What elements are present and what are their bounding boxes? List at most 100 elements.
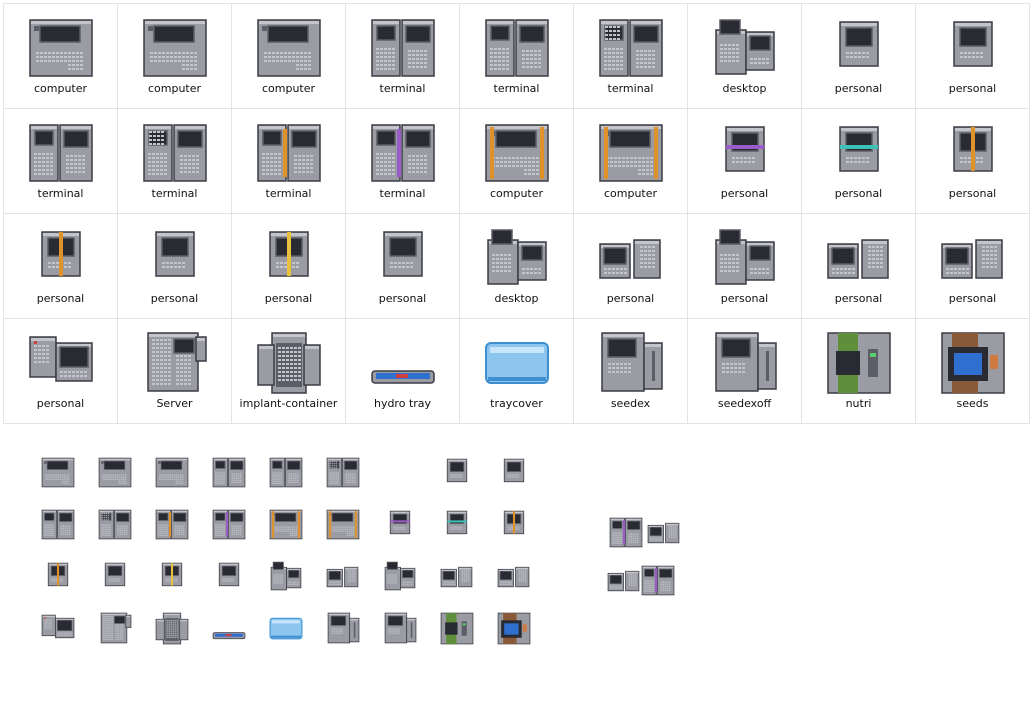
console-icon (254, 14, 324, 80)
desktop-small-thumbnail-icon (325, 558, 361, 594)
server-thumbnail-icon (97, 610, 133, 646)
sprite-label: personal (720, 292, 769, 305)
sprite-label: terminal (265, 187, 312, 200)
sprite-cell[interactable]: personal (916, 4, 1030, 109)
personal-purple-thumbnail-icon (382, 506, 418, 542)
personal-thumbnail-icon (211, 558, 247, 594)
sprite-cell[interactable]: computer (232, 4, 346, 109)
sprite-cell[interactable]: computer (574, 109, 688, 214)
personal-thumbnail-icon (439, 454, 475, 490)
sprite-cell[interactable]: terminal (4, 109, 118, 214)
sprite-cell[interactable]: personal (4, 319, 118, 424)
sprite-cell[interactable]: terminal (574, 4, 688, 109)
sprite-label: personal (36, 397, 85, 410)
sprite-cell[interactable]: seeds (916, 319, 1030, 424)
sprite-cell[interactable]: personal (346, 214, 460, 319)
sprite-cell[interactable]: desktop (688, 4, 802, 109)
sprite-cell[interactable]: terminal (118, 109, 232, 214)
personal-icon (824, 14, 894, 80)
sprite-label: computer (33, 82, 88, 95)
sprite-cell[interactable]: personal (688, 109, 802, 214)
console-orange-thumbnail-icon (268, 506, 304, 542)
sprite-cell[interactable]: personal (118, 214, 232, 319)
terminal-purple-icon (368, 119, 438, 185)
desktop-icon (710, 14, 780, 80)
sprite-cell[interactable]: implant-container (232, 319, 346, 424)
sprite-label: hydro tray (373, 397, 432, 410)
sprite-cell[interactable]: Server (118, 319, 232, 424)
tray-icon (368, 329, 438, 395)
nutri-icon (824, 329, 894, 395)
sprite-label: seeds (956, 397, 989, 410)
terminal-purple-thumbnail-icon (211, 506, 247, 542)
sprite-label: desktop (494, 292, 539, 305)
sprite-cell[interactable]: computer (118, 4, 232, 109)
personal-yellow-icon (254, 224, 324, 290)
sprite-label: terminal (607, 82, 654, 95)
personal-orange-icon (938, 119, 1008, 185)
sprite-label: personal (948, 292, 997, 305)
personal-thumbnail-icon (97, 558, 133, 594)
sprite-label: personal (264, 292, 313, 305)
sprite-label: personal (720, 187, 769, 200)
sprite-label: traycover (490, 397, 543, 410)
sprite-cell[interactable]: personal (4, 214, 118, 319)
personal-orange-thumbnail-icon (496, 506, 532, 542)
sprite-cell[interactable]: personal (802, 214, 916, 319)
sprite-cell[interactable]: personal (802, 109, 916, 214)
sprite-cell[interactable]: terminal (346, 4, 460, 109)
terminal-thumbnail-icon (211, 454, 247, 490)
sprite-label: personal (606, 292, 655, 305)
implant-thumbnail-icon (154, 610, 190, 646)
sprite-cell[interactable]: hydro tray (346, 319, 460, 424)
terminal-orange-thumbnail-icon (154, 506, 190, 542)
sprite-label: seedex (610, 397, 651, 410)
sprite-cell[interactable]: personal (802, 4, 916, 109)
seedex-icon (710, 329, 780, 395)
terminal-alt-icon (596, 14, 666, 80)
desktop-small-thumbnail-icon (496, 558, 532, 594)
sprite-cell[interactable]: seedex (574, 319, 688, 424)
sprite-label: computer (261, 82, 316, 95)
terminal-purple-thumbnail-icon (640, 562, 676, 598)
sprite-cell[interactable]: computer (460, 109, 574, 214)
console-orange-icon (482, 119, 552, 185)
sprite-cell[interactable]: computer (4, 4, 118, 109)
traycover-icon (482, 329, 552, 395)
sprite-label: computer (489, 187, 544, 200)
sprite-label: desktop (722, 82, 767, 95)
sprite-cell[interactable]: personal (574, 214, 688, 319)
desktop-small-icon (824, 224, 894, 290)
sprite-cell[interactable]: personal (916, 109, 1030, 214)
desktop-thumbnail-icon (382, 558, 418, 594)
sprite-cell[interactable]: personal (232, 214, 346, 319)
personal-yellow-thumbnail-icon (154, 558, 190, 594)
sprite-label: terminal (379, 82, 426, 95)
sprite-cell[interactable]: terminal (346, 109, 460, 214)
sprite-label: Server (156, 397, 193, 410)
sprite-cell[interactable]: terminal (232, 109, 346, 214)
terminal-thumbnail-icon (268, 454, 304, 490)
sprite-cell[interactable]: traycover (460, 319, 574, 424)
sprite-cell[interactable]: seedexoff (688, 319, 802, 424)
sprite-label: implant-container (239, 397, 338, 410)
sprite-label: personal (834, 187, 883, 200)
seeds-icon (938, 329, 1008, 395)
sprite-cell[interactable]: nutri (802, 319, 916, 424)
desktop-small-thumbnail-icon (439, 558, 475, 594)
terminal-alt-icon (140, 119, 210, 185)
sprite-cell[interactable]: desktop (460, 214, 574, 319)
console-thumbnail-icon (97, 454, 133, 490)
sprite-grid: computer computer computer terminal terminal… (3, 3, 1030, 424)
sprite-label: terminal (151, 187, 198, 200)
sprite-label: personal (36, 292, 85, 305)
nutri-thumbnail-icon (439, 610, 475, 646)
sprite-cell[interactable]: personal (916, 214, 1030, 319)
personal-orange-thumbnail-icon (40, 558, 76, 594)
sprite-label: terminal (37, 187, 84, 200)
sprite-cell[interactable]: personal (688, 214, 802, 319)
seedex-thumbnail-icon (382, 610, 418, 646)
desktop-thumbnail-icon (268, 558, 304, 594)
sprite-cell[interactable]: terminal (460, 4, 574, 109)
personal-icon (140, 224, 210, 290)
